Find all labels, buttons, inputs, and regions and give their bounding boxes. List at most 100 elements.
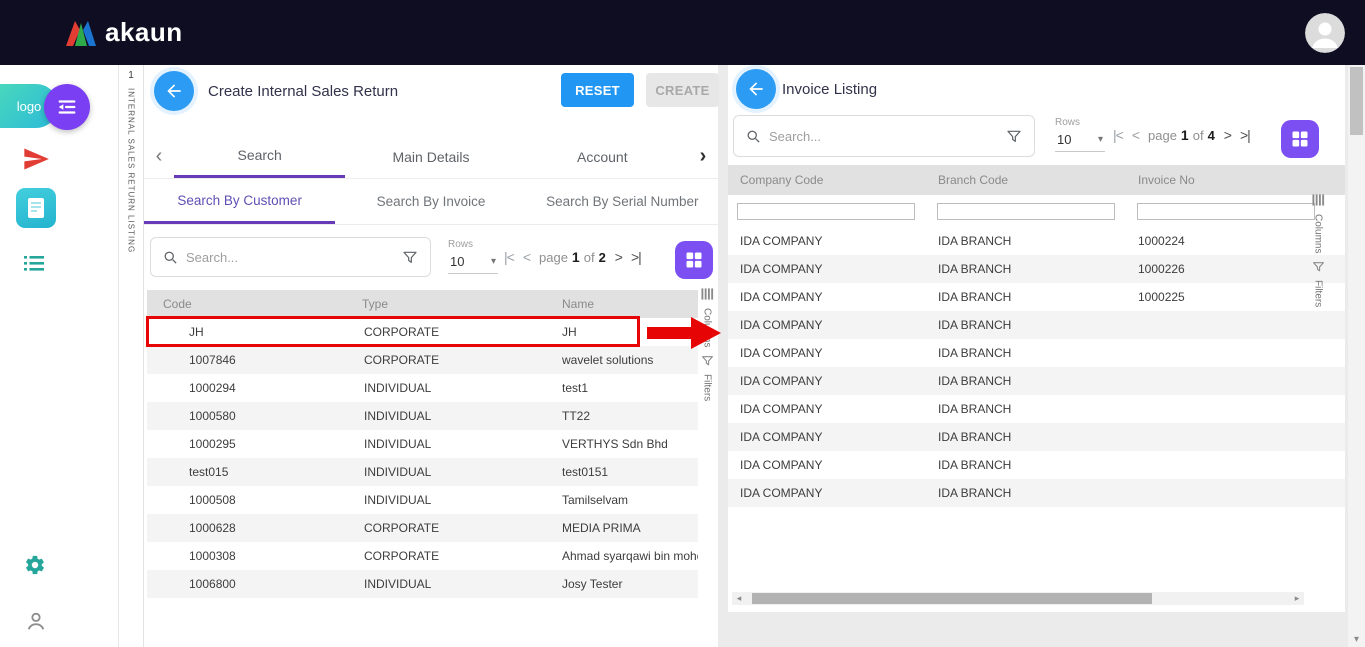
filters-label[interactable]: Filters	[1313, 280, 1324, 307]
prev-page-icon[interactable]: <	[523, 249, 530, 265]
horizontal-scrollbar[interactable]: ◂ ▸	[732, 592, 1304, 605]
tab-main-details[interactable]: Main Details	[345, 135, 516, 178]
user-avatar[interactable]	[1305, 13, 1345, 53]
cell-code: test015	[147, 465, 342, 479]
invoice-row[interactable]: IDA COMPANY IDA BRANCH	[728, 451, 1345, 479]
grid-view-button[interactable]	[1281, 120, 1319, 158]
cell-name: JH	[542, 325, 698, 339]
filter-funnel-icon[interactable]	[402, 249, 418, 265]
columns-icon[interactable]	[701, 287, 714, 301]
back-button[interactable]	[154, 71, 194, 111]
scroll-down-icon[interactable]: ▾	[1348, 634, 1365, 645]
list-menu-icon	[24, 255, 44, 272]
invoice-row[interactable]: IDA COMPANY IDA BRANCH	[728, 339, 1345, 367]
column-header-invoice-no[interactable]: Invoice No	[1128, 173, 1345, 187]
tabs-scroll-left-icon[interactable]: ‹	[144, 135, 174, 178]
scrollbar-track[interactable]	[746, 592, 1290, 605]
scrollbar-thumb[interactable]	[752, 593, 1152, 604]
filters-icon[interactable]	[1312, 260, 1325, 273]
cell-type: INDIVIDUAL	[342, 465, 542, 479]
sidebar-menu-toggle-button[interactable]	[44, 84, 90, 130]
sidebar-item-profile[interactable]	[25, 610, 47, 632]
avatar-person-icon	[1305, 13, 1345, 53]
customer-row[interactable]: 1000308 CORPORATE Ahmad syarqawi bin moh…	[147, 542, 698, 570]
columns-label[interactable]: Columns	[1313, 214, 1324, 253]
cell-type: INDIVIDUAL	[342, 493, 542, 507]
filters-icon[interactable]	[701, 354, 714, 367]
cell-code: JH	[147, 325, 342, 339]
first-page-icon[interactable]: |<	[1113, 127, 1123, 143]
customer-row[interactable]: 1000508 INDIVIDUAL Tamilselvam	[147, 486, 698, 514]
reset-button[interactable]: RESET	[561, 73, 634, 107]
customer-row[interactable]: test015 INDIVIDUAL test0151	[147, 458, 698, 486]
create-button[interactable]: CREATE	[646, 73, 719, 107]
cell-code: 1000628	[147, 521, 342, 535]
sidebar-item-listing[interactable]	[24, 255, 44, 272]
rows-per-page-select[interactable]: 10 ▾	[1055, 130, 1105, 152]
invoice-row[interactable]: IDA COMPANY IDA BRANCH	[728, 367, 1345, 395]
branch-code-filter-input[interactable]	[937, 203, 1115, 220]
invoice-row[interactable]: IDA COMPANY IDA BRANCH	[728, 395, 1345, 423]
columns-label[interactable]: Columns	[702, 308, 713, 347]
subtab-search-by-serial-number[interactable]: Search By Serial Number	[527, 179, 718, 224]
rows-per-page-select[interactable]: 10 ▾	[448, 252, 498, 274]
cell-name: MEDIA PRIMA	[542, 521, 698, 535]
next-page-icon[interactable]: >	[615, 249, 622, 265]
gear-icon	[24, 554, 46, 576]
akaun-logo-icon	[66, 19, 96, 46]
column-header-company-code[interactable]: Company Code	[728, 173, 928, 187]
customer-row[interactable]: 1000580 INDIVIDUAL TT22	[147, 402, 698, 430]
next-page-icon[interactable]: >	[1224, 127, 1231, 143]
invoice-search-input[interactable]	[769, 129, 998, 144]
customer-row[interactable]: 1000295 INDIVIDUAL VERTHYS Sdn Bhd	[147, 430, 698, 458]
app-logo[interactable]: akaun	[66, 17, 183, 48]
tabs-scroll-right-icon[interactable]: ›	[688, 135, 718, 178]
scroll-right-icon[interactable]: ▸	[1290, 593, 1304, 604]
company-code-filter-input[interactable]	[737, 203, 915, 220]
column-header-type[interactable]: Type	[342, 297, 542, 311]
column-header-code[interactable]: Code	[147, 297, 342, 311]
customer-row[interactable]: 1000294 INDIVIDUAL test1	[147, 374, 698, 402]
invoice-no-filter-input[interactable]	[1137, 203, 1315, 220]
columns-icon[interactable]	[1312, 193, 1325, 207]
invoice-row[interactable]: IDA COMPANY IDA BRANCH	[728, 423, 1345, 451]
page-vertical-scrollbar[interactable]: ▾	[1348, 65, 1365, 647]
last-page-icon[interactable]: >|	[631, 249, 641, 265]
first-page-icon[interactable]: |<	[504, 249, 514, 265]
back-button[interactable]	[736, 69, 776, 109]
invoice-row[interactable]: IDA COMPANY IDA BRANCH 1000224	[728, 227, 1345, 255]
tab-account[interactable]: Account	[517, 135, 688, 178]
cell-company-code: IDA COMPANY	[728, 262, 928, 276]
column-header-name[interactable]: Name	[542, 297, 698, 311]
scrollbar-thumb[interactable]	[1350, 67, 1363, 135]
invoice-row[interactable]: IDA COMPANY IDA BRANCH 1000226	[728, 255, 1345, 283]
invoice-row[interactable]: IDA COMPANY IDA BRANCH	[728, 479, 1345, 507]
subtab-search-by-invoice[interactable]: Search By Invoice	[335, 179, 526, 224]
grid-view-button[interactable]	[675, 241, 713, 279]
customer-row[interactable]: JH CORPORATE JH	[147, 318, 698, 346]
tab-search[interactable]: Search	[174, 135, 345, 178]
invoice-row[interactable]: IDA COMPANY IDA BRANCH 1000225	[728, 283, 1345, 311]
sidebar-item-send-app[interactable]	[22, 145, 50, 173]
sidebar-item-settings[interactable]	[24, 554, 46, 576]
workspace-tab-strip[interactable]: 1 INTERNAL SALES RETURN LISTING	[119, 65, 144, 647]
scroll-left-icon[interactable]: ◂	[732, 593, 746, 604]
filter-funnel-icon[interactable]	[1006, 128, 1022, 144]
customer-row[interactable]: 1000628 CORPORATE MEDIA PRIMA	[147, 514, 698, 542]
cell-name: Josy Tester	[542, 577, 698, 591]
column-header-branch-code[interactable]: Branch Code	[928, 173, 1128, 187]
cell-type: CORPORATE	[342, 549, 542, 563]
last-page-icon[interactable]: >|	[1240, 127, 1250, 143]
invoice-row[interactable]: IDA COMPANY IDA BRANCH	[728, 311, 1345, 339]
brand-name: akaun	[105, 17, 183, 48]
sidebar-item-document-app[interactable]	[16, 188, 56, 228]
customer-row[interactable]: 1006800 INDIVIDUAL Josy Tester	[147, 570, 698, 598]
cell-type: CORPORATE	[342, 521, 542, 535]
filters-label[interactable]: Filters	[702, 374, 713, 401]
customer-row[interactable]: 1007846 CORPORATE wavelet solutions	[147, 346, 698, 374]
subtab-search-by-customer[interactable]: Search By Customer	[144, 179, 335, 224]
cell-name: Ahmad syarqawi bin mohd	[542, 549, 698, 563]
prev-page-icon[interactable]: <	[1132, 127, 1139, 143]
customer-search-input[interactable]	[186, 250, 394, 265]
top-navigation-bar: akaun	[0, 0, 1365, 65]
